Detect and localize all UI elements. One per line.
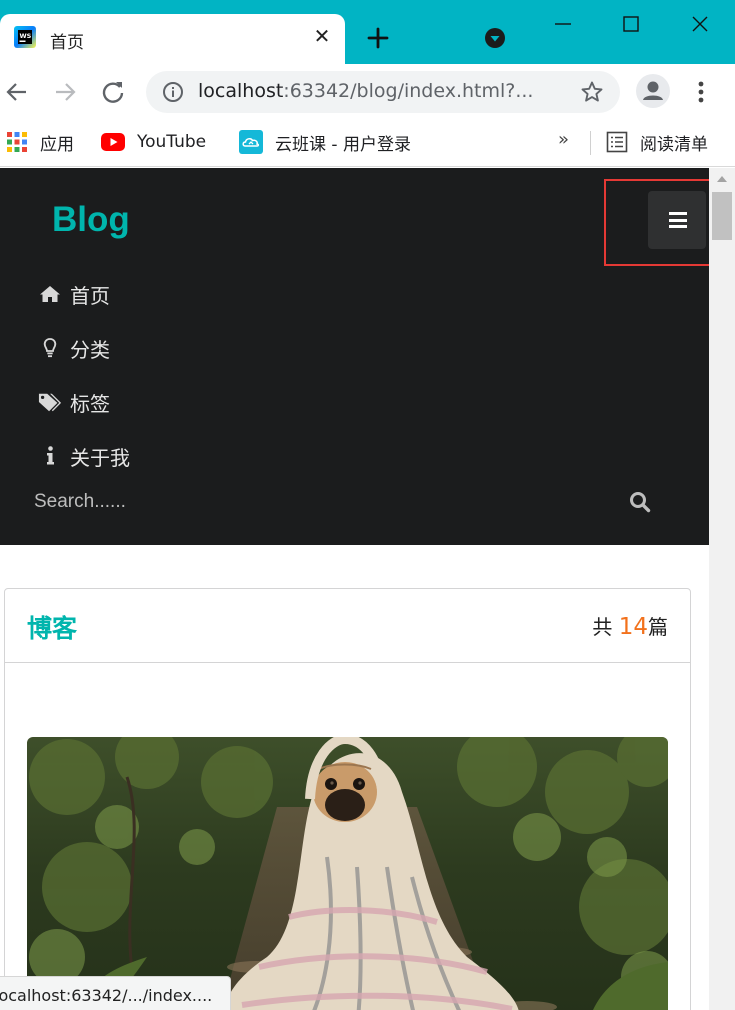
nav-item-label: 关于我: [70, 445, 130, 470]
bookmark-apps[interactable]: 应用: [6, 129, 74, 155]
tags-icon: [38, 393, 62, 412]
bookmark-yunbanke-label: 云班课 - 用户登录: [275, 134, 411, 155]
search-icon[interactable]: [628, 490, 652, 514]
blog-count-prefix: 共: [592, 615, 619, 639]
site-navbar: Blog 首页 分类 标签 关于我 Search......: [0, 168, 711, 545]
bookmarks-bar: 应用 YouTube 云班课 - 用户登录 » 阅读清单: [0, 119, 735, 167]
post-cover-image[interactable]: [27, 737, 668, 1010]
site-info-icon[interactable]: [162, 81, 184, 103]
reading-list-icon: [606, 131, 628, 153]
window-close-icon[interactable]: [686, 10, 714, 38]
address-bar[interactable]: localhost:63342/blog/index.html?...: [146, 71, 620, 113]
bookmark-apps-label: 应用: [40, 134, 74, 155]
vertical-scrollbar[interactable]: [709, 168, 735, 1010]
home-icon: [40, 286, 60, 302]
nav-item-home[interactable]: 首页: [38, 279, 110, 309]
more-menu-icon[interactable]: [690, 78, 712, 106]
search-input[interactable]: [34, 487, 594, 517]
back-arrow-icon[interactable]: [3, 78, 31, 106]
url-path: :63342/blog/index.html?...: [283, 80, 534, 102]
svg-text:WS: WS: [20, 32, 32, 40]
bookmark-reading-list-label: 阅读清单: [640, 134, 708, 155]
blog-count: 共 14篇: [592, 611, 668, 640]
bookmark-yunbanke[interactable]: 云班课 - 用户登录: [239, 129, 411, 155]
blog-count-number: 14: [618, 614, 648, 640]
tab-close-icon[interactable]: ✕: [310, 24, 334, 48]
status-url-text: localhost:63342/.../index....: [0, 986, 213, 1005]
nav-item-about[interactable]: 关于我: [38, 441, 130, 471]
webstorm-icon: WS: [14, 26, 36, 48]
reload-icon[interactable]: [99, 78, 127, 106]
tab-strip: WS 首页 ✕: [0, 0, 735, 64]
maximize-icon[interactable]: [617, 10, 645, 38]
nav-item-label: 首页: [70, 283, 110, 308]
nav-item-label: 分类: [70, 337, 110, 362]
youtube-icon: [101, 133, 125, 151]
bookmarks-overflow-icon[interactable]: »: [558, 129, 569, 150]
nav-item-category[interactable]: 分类: [38, 333, 110, 363]
profile-avatar[interactable]: [636, 74, 670, 108]
blog-list-card: 博客 共 14篇: [4, 588, 691, 1010]
cloud-class-icon: [239, 130, 263, 154]
nav-item-label: 标签: [70, 391, 110, 416]
browser-tab-active[interactable]: WS 首页 ✕: [0, 14, 345, 64]
link-status-bubble: localhost:63342/.../index....: [0, 976, 231, 1010]
lightbulb-icon: [43, 338, 57, 358]
url-text[interactable]: localhost:63342/blog/index.html?...: [198, 80, 533, 102]
site-brand[interactable]: Blog: [52, 200, 130, 240]
bookmark-star-icon[interactable]: [580, 80, 604, 104]
annotation-highlight-box: [604, 179, 711, 266]
scrollbar-thumb[interactable]: [712, 192, 732, 240]
apps-grid-icon: [7, 132, 27, 152]
blog-card-title: 博客: [27, 614, 78, 643]
nav-item-tags[interactable]: 标签: [38, 387, 110, 417]
blog-card-header: 博客 共 14篇: [5, 589, 690, 663]
bookmark-youtube[interactable]: YouTube: [101, 129, 206, 155]
new-tab-icon[interactable]: [364, 24, 392, 52]
pug-in-blanket-photo: [27, 737, 668, 1010]
bookmark-youtube-label: YouTube: [137, 132, 207, 152]
url-host: localhost: [198, 80, 284, 102]
info-icon: [47, 446, 54, 465]
blog-count-suffix: 篇: [648, 615, 668, 639]
person-icon: [643, 81, 663, 100]
minimize-icon[interactable]: [549, 10, 577, 38]
browser-toolbar: localhost:63342/blog/index.html?...: [0, 64, 735, 119]
scroll-up-arrow-icon[interactable]: [717, 176, 727, 182]
bookmark-reading-list[interactable]: 阅读清单: [606, 129, 708, 155]
bookmarks-divider: [590, 131, 591, 155]
page-viewport: Blog 首页 分类 标签 关于我 Search...... 博客 共 14篇: [0, 168, 735, 1010]
tab-search-icon[interactable]: [484, 27, 506, 49]
tab-title: 首页: [50, 33, 84, 53]
forward-arrow-icon[interactable]: [51, 78, 79, 106]
